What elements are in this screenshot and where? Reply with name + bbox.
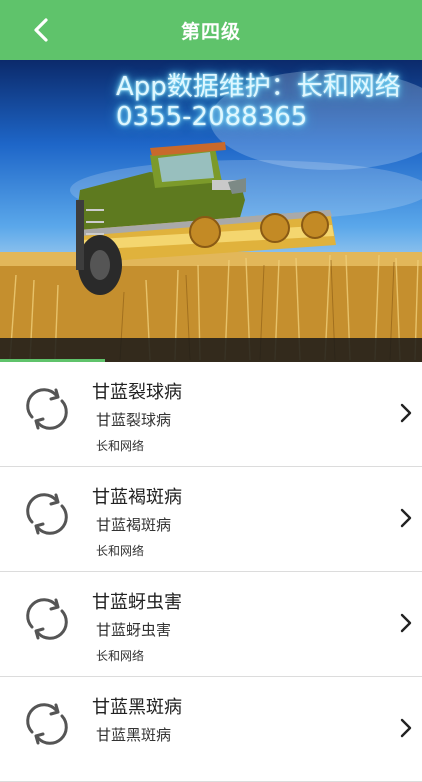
item-subtitle: 甘蓝蚜虫害 — [96, 621, 172, 639]
item-source: 长和网络 — [96, 649, 145, 663]
list-item[interactable]: 甘蓝黑斑病 甘蓝黑斑病 — [0, 677, 422, 782]
page-title: 第四级 — [180, 20, 241, 43]
top-bar: 第四级 — [0, 0, 422, 60]
item-title: 甘蓝褐斑病 — [92, 487, 182, 508]
chevron-right-icon — [400, 403, 412, 423]
item-subtitle: 甘蓝褐斑病 — [96, 516, 172, 534]
refresh-icon — [26, 703, 68, 745]
item-title: 甘蓝裂球病 — [92, 382, 182, 403]
banner-text-line2: 0355-2088365 — [116, 102, 308, 132]
list-item[interactable]: 甘蓝蚜虫害 甘蓝蚜虫害 长和网络 — [0, 572, 422, 677]
back-button[interactable] — [26, 15, 56, 45]
chevron-right-icon — [400, 718, 412, 738]
item-title: 甘蓝黑斑病 — [92, 697, 182, 718]
chevron-left-icon — [34, 18, 48, 42]
banner-page-indicator — [0, 338, 422, 362]
refresh-icon — [26, 388, 68, 430]
banner-text-line1: App数据维护：长和网络 — [116, 72, 401, 102]
item-source: 长和网络 — [96, 439, 145, 453]
refresh-icon — [26, 493, 68, 535]
item-subtitle: 甘蓝黑斑病 — [96, 726, 172, 744]
chevron-right-icon — [400, 508, 412, 528]
item-source: 长和网络 — [96, 544, 145, 558]
item-title: 甘蓝蚜虫害 — [92, 592, 182, 613]
refresh-icon — [26, 598, 68, 640]
list-item[interactable]: 甘蓝褐斑病 甘蓝褐斑病 长和网络 — [0, 467, 422, 572]
item-subtitle: 甘蓝裂球病 — [96, 411, 172, 429]
banner-image: App数据维护：长和网络 0355-2088365 — [0, 60, 422, 362]
disease-list: 甘蓝裂球病 甘蓝裂球病 长和网络 甘蓝褐斑病 甘蓝褐斑病 长和网络 甘蓝蚜虫害 … — [0, 362, 422, 782]
list-item[interactable]: 甘蓝裂球病 甘蓝裂球病 长和网络 — [0, 362, 422, 467]
chevron-right-icon — [400, 613, 412, 633]
